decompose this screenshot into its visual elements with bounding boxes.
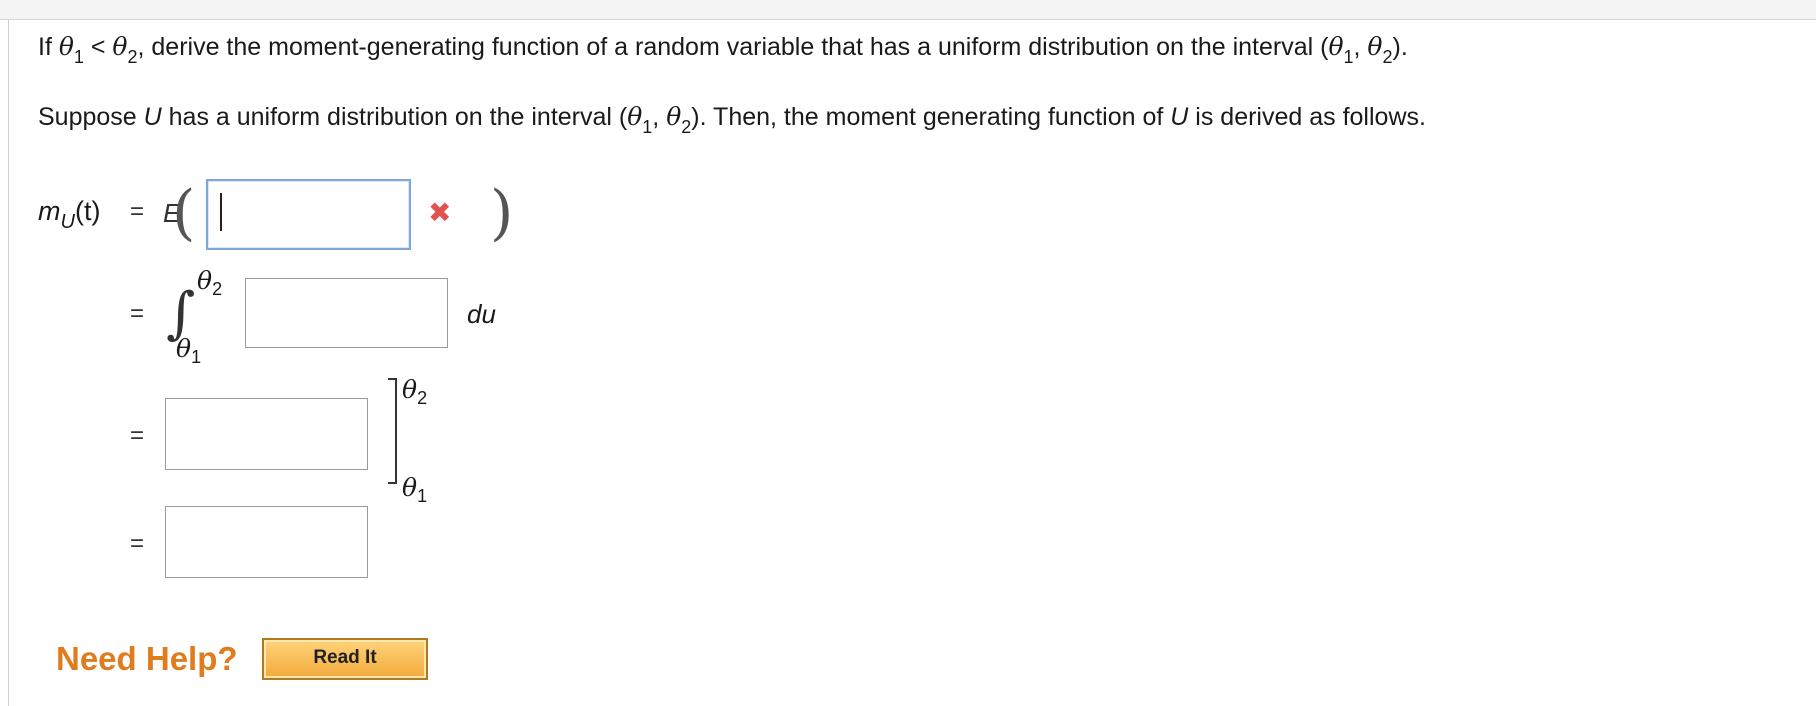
evaluation-bracket-top xyxy=(388,378,396,380)
setup-text: Suppose U has a uniform distribution on … xyxy=(38,102,1426,137)
equals-sign: = xyxy=(130,300,145,327)
read-it-button[interactable]: Read It xyxy=(262,638,428,680)
equals-sign: = xyxy=(130,530,145,557)
close-paren: ) xyxy=(490,178,514,248)
differential-du: du xyxy=(467,299,496,329)
antiderivative-input[interactable] xyxy=(165,398,368,470)
top-bar xyxy=(0,0,1816,20)
open-paren: ( xyxy=(172,178,196,248)
equals-sign: = xyxy=(130,198,145,225)
incorrect-icon: ✖ xyxy=(428,197,452,228)
expectation-input[interactable] xyxy=(206,179,411,250)
need-help-label: Need Help? xyxy=(56,640,238,677)
evaluation-bracket xyxy=(395,378,397,484)
evaluation-bracket-bottom xyxy=(388,482,396,484)
left-rule xyxy=(8,19,9,706)
integral-lower-limit: θ1 xyxy=(176,334,202,367)
question-text: If θ1 < θ2, derive the moment-generating… xyxy=(38,32,1408,67)
integral-upper-limit: θ2 xyxy=(197,266,223,299)
integrand-input[interactable] xyxy=(245,278,448,348)
final-result-input[interactable] xyxy=(165,506,368,578)
text-caret xyxy=(220,193,222,231)
evaluation-lower-limit: θ1 xyxy=(402,473,428,506)
evaluation-upper-limit: θ2 xyxy=(402,375,428,408)
equals-sign: = xyxy=(130,422,145,449)
mgf-label: mU(t) xyxy=(38,196,101,233)
